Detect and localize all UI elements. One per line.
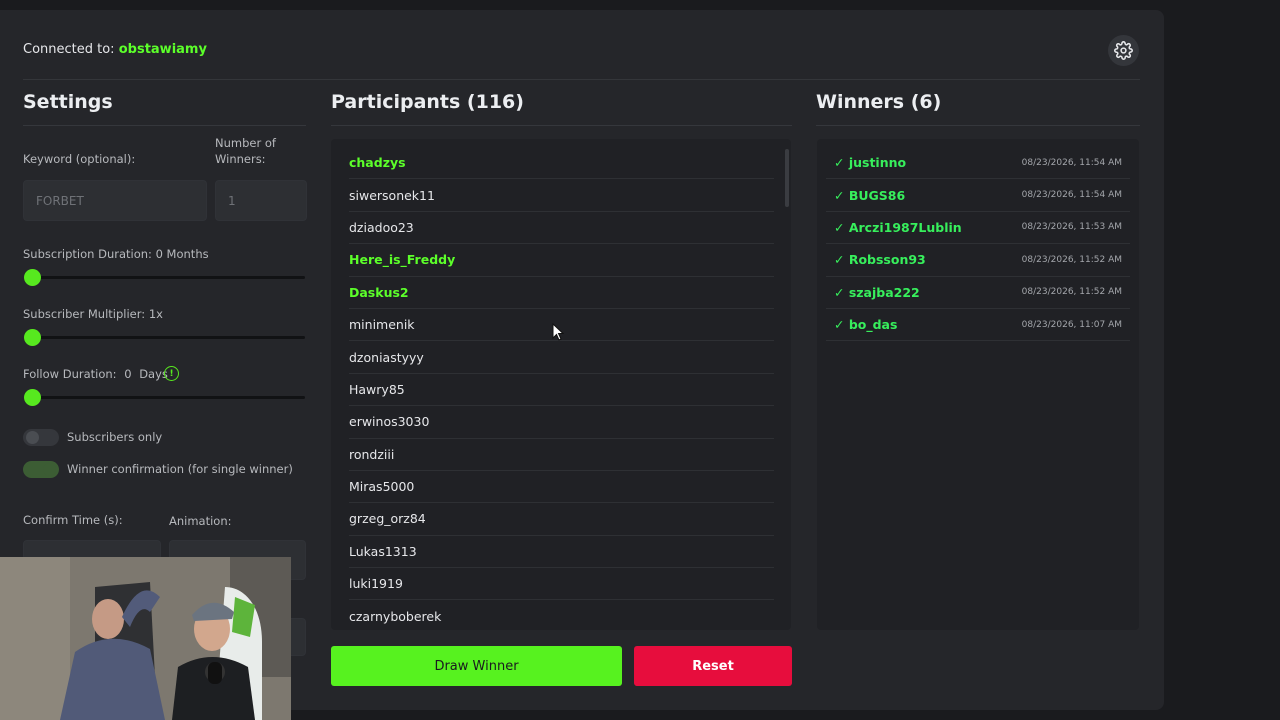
winner-name: ✓ justinno	[834, 155, 907, 171]
winners-title: Winners (6)	[816, 91, 942, 113]
winners-count-label-line1: Number of	[215, 136, 276, 150]
gear-icon	[1114, 41, 1133, 60]
subscriber-multiplier-label: Subscriber Multiplier: 1x	[23, 307, 163, 321]
subscribers-only-label: Subscribers only	[67, 430, 163, 444]
list-item[interactable]: chadzys	[349, 147, 774, 180]
winner-name: ✓ szajba222	[834, 284, 920, 300]
animation-label: Animation:	[169, 514, 232, 528]
list-item[interactable]: dzoniastyyy	[349, 341, 774, 374]
list-item[interactable]: Hawry85	[349, 374, 774, 407]
follow-duration-text: Follow Duration:	[23, 367, 117, 381]
connection-status: Connected to: obstawiamy	[23, 42, 207, 57]
toggle-thumb	[43, 463, 56, 476]
keyword-label: Keyword (optional):	[23, 152, 136, 166]
winner-time: 08/23/2026, 11:07 AM	[1021, 319, 1122, 330]
winner-row[interactable]: ✓ Arczi1987Lublin 08/23/2026, 11:53 AM	[826, 212, 1130, 245]
winner-row[interactable]: ✓ justinno 08/23/2026, 11:54 AM	[826, 147, 1130, 180]
winner-name: ✓ Arczi1987Lublin	[834, 219, 962, 235]
settings-title: Settings	[23, 91, 113, 113]
participants-scrollbar[interactable]	[785, 149, 789, 207]
winner-row[interactable]: ✓ BUGS86 08/23/2026, 11:54 AM	[826, 179, 1130, 212]
list-item[interactable]: Lukas1313	[349, 536, 774, 569]
webcam-image	[0, 557, 291, 720]
keyword-input[interactable]: FORBET	[23, 180, 207, 221]
list-item[interactable]: czarnyboberek	[349, 600, 774, 630]
follow-duration-value: 0	[124, 367, 132, 381]
list-item[interactable]: Daskus2	[349, 277, 774, 309]
winners-divider	[816, 125, 1140, 126]
confirm-time-label: Confirm Time (s):	[23, 513, 123, 527]
winner-name: ✓ bo_das	[834, 317, 898, 333]
winner-row[interactable]: ✓ bo_das 08/23/2026, 11:07 AM	[826, 309, 1130, 342]
winner-time: 08/23/2026, 11:52 AM	[1021, 287, 1122, 298]
draw-winner-button[interactable]: Draw Winner	[331, 646, 622, 686]
info-icon[interactable]: !	[164, 366, 179, 381]
list-item[interactable]: grzeg_orz84	[349, 503, 774, 536]
winner-confirmation-toggle[interactable]	[23, 461, 59, 478]
toggle-thumb	[26, 431, 39, 444]
list-item[interactable]: erwinos3030	[349, 406, 774, 439]
participants-title: Participants (116)	[331, 91, 524, 113]
winner-time: 08/23/2026, 11:52 AM	[1021, 254, 1122, 265]
reset-button[interactable]: Reset	[634, 646, 792, 686]
list-item[interactable]: rondziii	[349, 439, 774, 471]
subscription-duration-label: Subscription Duration: 0 Months	[23, 247, 209, 261]
slider-knob[interactable]	[24, 329, 41, 346]
winner-time: 08/23/2026, 11:54 AM	[1021, 190, 1122, 201]
participants-list[interactable]: chadzys siwersonek11 dziadoo23 Here_is_F…	[331, 139, 791, 630]
winner-time: 08/23/2026, 11:53 AM	[1021, 222, 1122, 233]
winner-name: ✓ BUGS86	[834, 187, 906, 203]
winner-row[interactable]: ✓ szajba222 08/23/2026, 11:52 AM	[826, 277, 1130, 309]
winners-count-label-line2: Winners:	[215, 152, 266, 166]
list-item[interactable]: siwersonek11	[349, 179, 774, 212]
follow-duration-label: Follow Duration: 0 Days	[23, 366, 168, 382]
participants-divider	[331, 125, 792, 126]
slider-knob[interactable]	[24, 269, 41, 286]
winners-count-input[interactable]: 1	[215, 180, 307, 221]
winner-name: ✓ Robsson93	[834, 252, 926, 268]
winner-row[interactable]: ✓ Robsson93 08/23/2026, 11:52 AM	[826, 244, 1130, 277]
settings-divider	[23, 125, 306, 126]
follow-duration-slider[interactable]	[24, 389, 305, 406]
list-item[interactable]: dziadoo23	[349, 212, 774, 245]
webcam-overlay	[0, 557, 291, 720]
subscriber-multiplier-slider[interactable]	[24, 329, 305, 346]
winner-time: 08/23/2026, 11:54 AM	[1021, 157, 1122, 168]
mouse-cursor-icon	[552, 323, 564, 341]
channel-name: obstawiamy	[118, 42, 207, 57]
winner-confirmation-label: Winner confirmation (for single winner)	[67, 462, 293, 476]
winners-list: ✓ justinno 08/23/2026, 11:54 AM ✓ BUGS86…	[817, 139, 1139, 630]
header-divider	[23, 79, 1140, 80]
list-item[interactable]: luki1919	[349, 568, 774, 601]
list-item[interactable]: Here_is_Freddy	[349, 244, 774, 277]
subscribers-only-toggle[interactable]	[23, 429, 59, 446]
connection-label: Connected to:	[23, 42, 115, 57]
settings-button[interactable]	[1108, 35, 1139, 66]
slider-knob[interactable]	[24, 389, 41, 406]
subscription-duration-slider[interactable]	[24, 269, 305, 286]
list-item[interactable]: Miras5000	[349, 471, 774, 504]
